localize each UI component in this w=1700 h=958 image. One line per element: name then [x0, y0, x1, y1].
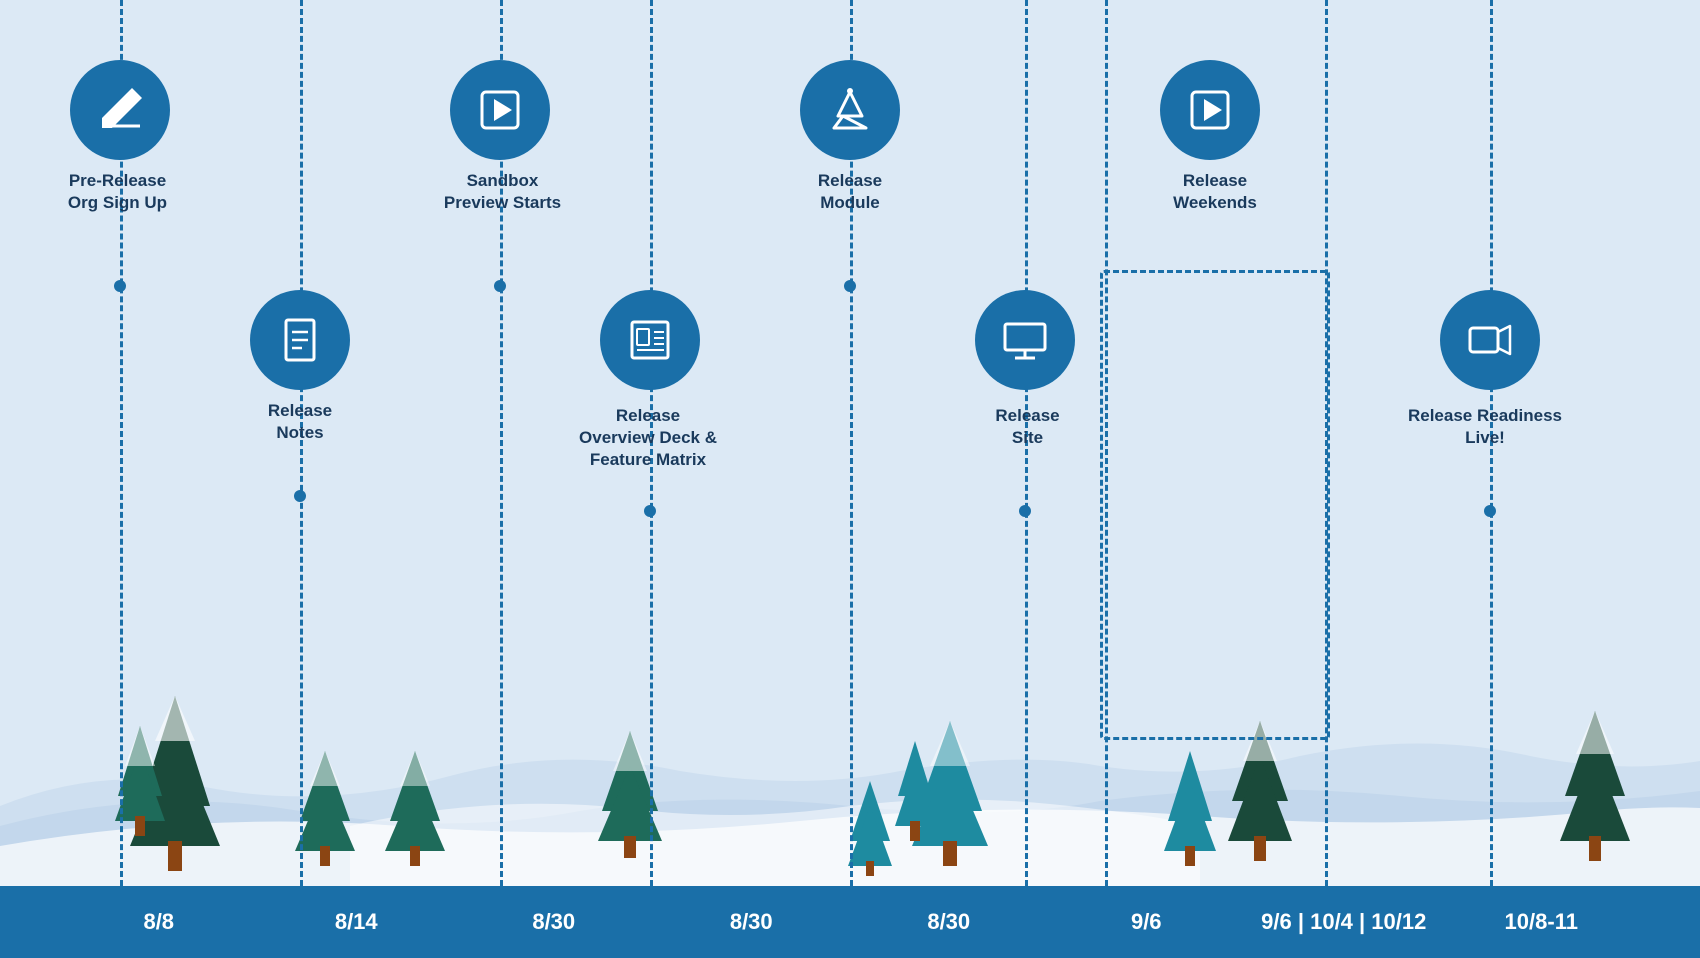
newspaper-icon — [624, 314, 676, 366]
label-module: ReleaseModule — [760, 170, 940, 214]
document-icon — [274, 314, 326, 366]
dashed-line-weekends-right — [1325, 0, 1328, 886]
tree-group-right-center — [890, 716, 1010, 886]
label-overview: ReleaseOverview Deck &Feature Matrix — [548, 405, 748, 471]
icon-readiness — [1440, 290, 1540, 390]
tree-group-left — [110, 686, 240, 886]
date-8-8: 8/8 — [60, 909, 258, 935]
icon-module — [800, 60, 900, 160]
dot-readiness — [1484, 505, 1496, 517]
dot-overview — [644, 505, 656, 517]
date-weekends: 9/6 | 10/4 | 10/12 — [1245, 909, 1443, 935]
date-8-30-b: 8/30 — [653, 909, 851, 935]
icon-pre-release — [70, 60, 170, 160]
label-site: ReleaseSite — [940, 405, 1115, 449]
icon-weekends — [1160, 60, 1260, 160]
icon-sandbox — [450, 60, 550, 160]
dot-sandbox — [494, 280, 506, 292]
release-weekends-rect — [1100, 270, 1330, 740]
date-8-30-a: 8/30 — [455, 909, 653, 935]
date-8-14: 8/14 — [258, 909, 456, 935]
pencil-icon — [94, 84, 146, 136]
label-weekends: ReleaseWeekends — [1120, 170, 1310, 214]
timeline-bar: 8/8 8/14 8/30 8/30 8/30 9/6 9/6 | 10/4 |… — [0, 886, 1700, 958]
dot-pre-release — [114, 280, 126, 292]
label-readiness: Release ReadinessLive! — [1380, 405, 1590, 449]
date-9-6: 9/6 — [1048, 909, 1246, 935]
timeline-container: Pre-ReleaseOrg Sign Up SandboxPreview St… — [0, 0, 1700, 958]
icon-overview — [600, 290, 700, 390]
dot-site — [1019, 505, 1031, 517]
tree-group-mid-left — [280, 746, 370, 886]
tree-group-center — [580, 726, 680, 886]
date-8-30-c: 8/30 — [850, 909, 1048, 935]
play-icon-sandbox — [474, 84, 526, 136]
monitor-icon — [999, 314, 1051, 366]
icon-site — [975, 290, 1075, 390]
dot-release-notes — [294, 490, 306, 502]
icon-release-notes — [250, 290, 350, 390]
label-sandbox: SandboxPreview Starts — [410, 170, 595, 214]
dot-module — [844, 280, 856, 292]
play-icon-weekends — [1184, 84, 1236, 136]
date-10-8: 10/8-11 — [1443, 909, 1641, 935]
tree-group-rightmost — [1540, 706, 1650, 886]
tree-group-mid — [370, 746, 460, 886]
label-pre-release: Pre-ReleaseOrg Sign Up — [30, 170, 205, 214]
label-release-notes: ReleaseNotes — [210, 400, 390, 444]
video-icon — [1464, 314, 1516, 366]
tree-group-far-right — [1210, 716, 1310, 886]
mountain-icon — [824, 84, 876, 136]
